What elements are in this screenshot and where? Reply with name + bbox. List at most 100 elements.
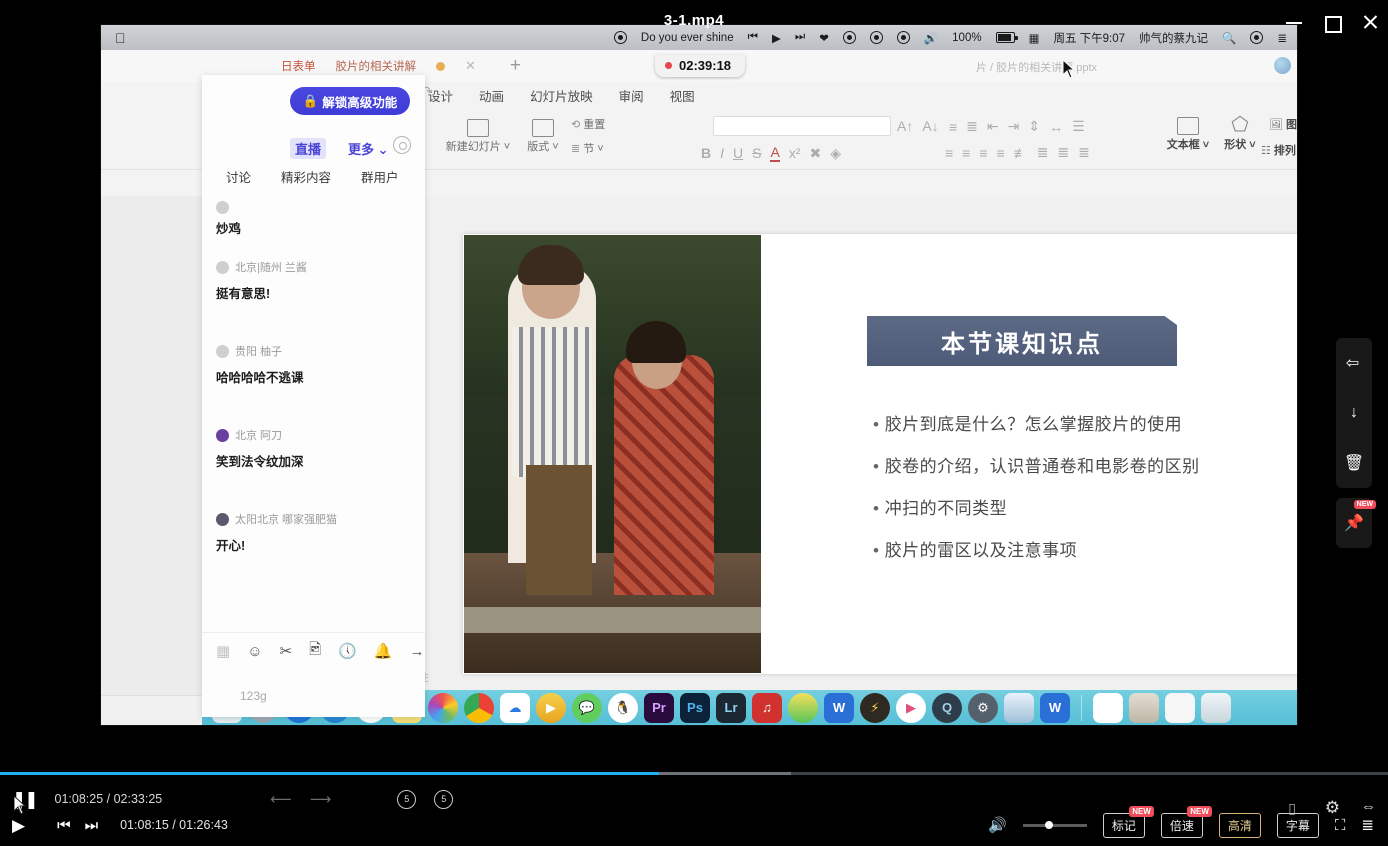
dock-item-flash[interactable]: ⚡: [860, 693, 890, 723]
dock-item-trash[interactable]: [1201, 693, 1231, 723]
list-item[interactable]: 太阳北京 哪家强肥猫 开心!: [216, 511, 415, 554]
clear-format-button[interactable]: ✖: [810, 145, 822, 162]
close-icon[interactable]: [1362, 14, 1378, 30]
tab-donghua[interactable]: 动画: [466, 83, 517, 108]
dock-item-wps-writer[interactable]: W: [824, 693, 854, 723]
dock-window-2[interactable]: [1129, 693, 1159, 723]
trash-icon[interactable]: 🗑: [1336, 438, 1372, 488]
tab-live[interactable]: 直播: [290, 138, 326, 159]
forward-icon[interactable]: ⟶: [310, 790, 332, 808]
strikethrough-button[interactable]: S: [752, 145, 761, 161]
volume-slider[interactable]: [1023, 824, 1087, 827]
ppt-tab-1[interactable]: 胶片的相关讲解: [336, 58, 417, 74]
increase-indent-icon[interactable]: ⇥: [1008, 118, 1020, 135]
list-item[interactable]: 北京 阿刀 笑到法令纹加深: [216, 427, 415, 470]
italic-button[interactable]: I: [720, 145, 724, 161]
search-icon[interactable]: 🔍: [1218, 31, 1240, 45]
slide-photo[interactable]: [464, 235, 761, 673]
align-middle-icon[interactable]: ≣: [1057, 144, 1069, 161]
next-track-icon[interactable]: ⏭: [791, 31, 809, 44]
dock-item-baidu-netdisk[interactable]: ☁: [500, 693, 530, 723]
align-center-icon[interactable]: ≡: [962, 145, 970, 161]
maximize-icon[interactable]: [1324, 14, 1340, 30]
customize-icon[interactable]: ⌄: [442, 83, 454, 100]
quality-button[interactable]: 高清: [1219, 813, 1261, 838]
arrange-button[interactable]: ☷ 排列 ˅: [1261, 142, 1297, 158]
volume-icon[interactable]: 🔊: [988, 818, 1007, 833]
dock-item-quicktime[interactable]: Q: [932, 693, 962, 723]
clock-icon[interactable]: 🕔: [338, 642, 357, 660]
ppt-tab-0[interactable]: 日表单: [281, 58, 316, 74]
align-bottom-icon[interactable]: ≣: [1078, 144, 1090, 161]
avatar[interactable]: [1274, 57, 1291, 74]
pin-icon[interactable]: 📌 NEW: [1336, 498, 1372, 548]
bold-button[interactable]: B: [701, 145, 711, 161]
slide-title[interactable]: 本节课知识点: [867, 316, 1177, 366]
textbox-button[interactable]: 文本框 ˅: [1161, 114, 1215, 152]
dock-item-media-player[interactable]: ▶: [536, 693, 566, 723]
send-icon[interactable]: →: [410, 643, 425, 660]
align-right-icon[interactable]: ≡: [979, 145, 987, 161]
clock-icon[interactable]: [839, 31, 860, 44]
speed-button[interactable]: 倍速 NEW: [1161, 813, 1203, 838]
reset-button[interactable]: ⟲ 重置: [571, 116, 629, 132]
text-direction-icon[interactable]: ↔: [1049, 119, 1063, 135]
new-slide-button[interactable]: 新建幻灯片 ˅: [439, 116, 517, 154]
slide-bullet[interactable]: 胶片的雷区以及注意事项: [873, 536, 1077, 561]
control-center-icon[interactable]: ≣: [1273, 31, 1291, 45]
bluetooth-icon[interactable]: [866, 31, 887, 44]
align-text-icon[interactable]: ☰: [1072, 118, 1085, 135]
dock-item-chrome[interactable]: [464, 693, 494, 723]
slide-bullet[interactable]: 胶片到底是什么？怎么掌握胶片的使用: [873, 410, 1182, 435]
close-tab-icon[interactable]: ✕: [465, 58, 476, 74]
prev-track-icon[interactable]: ⏮: [744, 31, 762, 44]
list-item[interactable]: 贵阳 柚子 哈哈哈哈不逃课: [216, 343, 415, 386]
tab-more[interactable]: 更多 ⌄: [348, 139, 389, 158]
decrease-indent-icon[interactable]: ⇤: [987, 118, 999, 135]
increase-font-icon[interactable]: A↑: [897, 118, 913, 134]
tab-shitu[interactable]: 视图: [657, 83, 708, 108]
font-name-input[interactable]: [713, 116, 891, 136]
dock-item-wechat[interactable]: 💬: [572, 693, 602, 723]
dock-item-mail[interactable]: [1004, 693, 1034, 723]
subtab-highlights[interactable]: 精彩内容: [281, 167, 331, 195]
list-item[interactable]: 北京|随州 兰酱 挺有意思!: [216, 259, 415, 302]
bookmark-button[interactable]: 标记 NEW: [1103, 813, 1145, 838]
battery-icon[interactable]: [992, 32, 1019, 43]
slide-editing-area[interactable]: 本节课知识点 胶片到底是什么？怎么掌握胶片的使用 胶卷的介绍，认识普通卷和电影卷…: [333, 196, 1297, 695]
emoji-icon[interactable]: ☺: [247, 643, 262, 660]
siri-icon[interactable]: [1246, 31, 1267, 44]
share-icon[interactable]: ⇦: [1336, 338, 1372, 388]
chat-message-list[interactable]: 炒鸡 北京|随州 兰酱 挺有意思! 贵阳 柚子 哈哈哈哈不逃课: [202, 201, 425, 627]
slide-bullet[interactable]: 胶卷的介绍，认识普通卷和电影卷的区别: [873, 452, 1200, 477]
theater-mode-icon[interactable]: ≣: [1361, 818, 1374, 833]
skip-forward-5-button[interactable]: 5: [434, 790, 453, 809]
grid-icon[interactable]: ▦: [216, 642, 230, 660]
previous-icon[interactable]: ⏮: [57, 818, 71, 833]
dock-item-qq[interactable]: 🐧: [608, 693, 638, 723]
dock-item-lightroom[interactable]: Lr: [716, 693, 746, 723]
scissors-icon[interactable]: ✂: [280, 642, 293, 660]
tab-fangying[interactable]: 幻灯片放映: [517, 83, 606, 108]
play-icon[interactable]: ▶: [768, 31, 785, 45]
chat-input[interactable]: 123g: [240, 689, 267, 703]
next-icon[interactable]: ⏭: [85, 818, 99, 833]
subtab-members[interactable]: 群用户: [361, 167, 399, 195]
tab-shenyue[interactable]: 审阅: [606, 83, 657, 108]
section-button[interactable]: ≣ 节 ˅: [571, 140, 629, 156]
rewind-icon[interactable]: ⟵: [270, 790, 292, 808]
current-slide[interactable]: 本节课知识点 胶片到底是什么？怎么掌握胶片的使用 胶卷的介绍，认识普通卷和电影卷…: [463, 234, 1297, 674]
justify-icon[interactable]: ≡: [997, 145, 1005, 161]
live-chat-panel[interactable]: 🔒 解锁高级功能 直播 更多 ⌄ 讨论 精彩内容 群用户 炒鸡: [202, 75, 425, 717]
volume-icon[interactable]: 🔊: [920, 31, 942, 45]
shape-button[interactable]: ⬠ 形状 ˅: [1217, 114, 1263, 152]
input-source-icon[interactable]: ▦: [1025, 31, 1044, 45]
align-left-icon[interactable]: ≡: [945, 145, 953, 161]
subtitles-button[interactable]: 字幕: [1277, 813, 1319, 838]
dock-item-photoshop[interactable]: Ps: [680, 693, 710, 723]
numbered-list-icon[interactable]: ≣: [966, 118, 978, 135]
dock-item-pptx-player[interactable]: ▶: [896, 693, 926, 723]
image-icon[interactable]: 🖻: [309, 639, 321, 664]
line-spacing-icon[interactable]: ⇕: [1028, 118, 1040, 135]
highlight-button[interactable]: ◈: [830, 145, 841, 162]
